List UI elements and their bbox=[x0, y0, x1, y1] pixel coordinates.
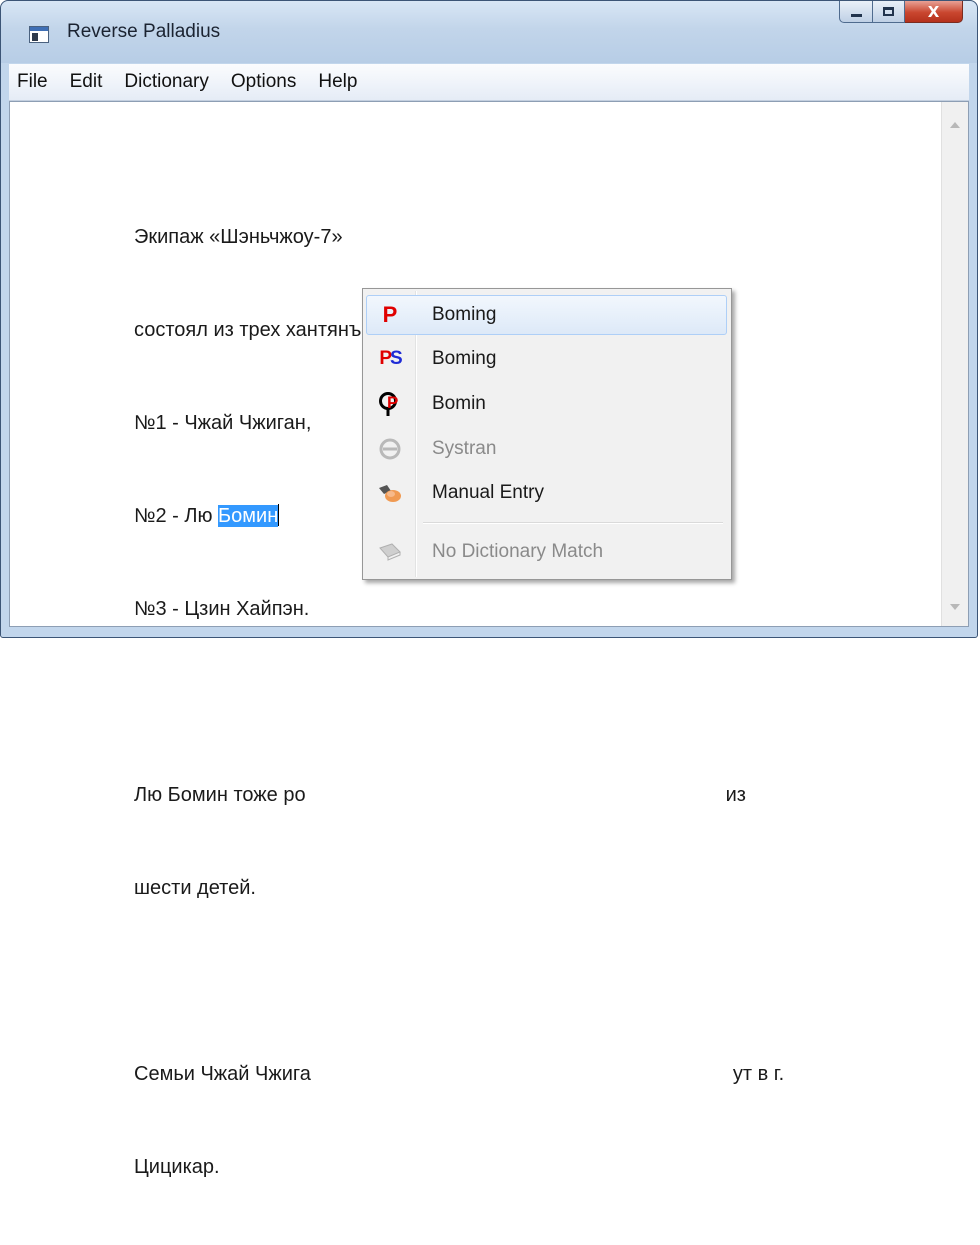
menu-option-boming-palladius[interactable]: P Boming bbox=[366, 295, 727, 335]
menu-option-bomin-pinyin[interactable]: P Bomin bbox=[366, 384, 727, 424]
menu-option-manual-entry[interactable]: Manual Entry bbox=[366, 473, 727, 513]
menu-options[interactable]: Options bbox=[223, 71, 310, 93]
close-icon: X bbox=[927, 2, 940, 21]
menu-option-no-dictionary-match: No Dictionary Match bbox=[366, 532, 727, 572]
menu-dictionary[interactable]: Dictionary bbox=[116, 71, 222, 93]
window-controls: X bbox=[839, 1, 963, 25]
palladius-p-icon: P bbox=[382, 302, 398, 327]
text-line: Семьи Чжай Чжига ут в г. bbox=[134, 1059, 784, 1090]
menu-separator bbox=[423, 522, 723, 524]
menu-option-systran: Systran bbox=[366, 429, 727, 469]
minimize-button[interactable] bbox=[839, 1, 873, 23]
title-bar[interactable]: Reverse Palladius X bbox=[1, 1, 977, 63]
text-line: Цицикар. bbox=[134, 1156, 220, 1178]
scroll-down-arrow-icon[interactable] bbox=[950, 604, 960, 610]
menu-option-label: Bomin bbox=[432, 393, 486, 414]
text-line: шести детей. bbox=[134, 877, 256, 899]
text-fragment: Семьи Чжай Чжига bbox=[134, 1063, 311, 1085]
text-line: №3 - Цзин Хайпэн. bbox=[134, 598, 310, 620]
scroll-up-arrow-icon[interactable] bbox=[950, 122, 960, 128]
hand-edit-icon bbox=[367, 482, 413, 504]
menu-option-boming-ps[interactable]: PS Boming bbox=[366, 339, 727, 379]
pinyin-p-icon: P bbox=[367, 391, 413, 417]
text-line: Экипаж «Шэньчжоу-7» bbox=[134, 226, 343, 248]
menu-option-label: Boming bbox=[432, 304, 497, 325]
palladius-ps-icon: PS bbox=[379, 348, 402, 369]
systran-icon bbox=[367, 438, 413, 460]
close-button[interactable]: X bbox=[905, 1, 963, 23]
menu-option-label: Systran bbox=[432, 438, 497, 459]
minimize-icon bbox=[850, 14, 862, 17]
menu-option-label: Boming bbox=[432, 348, 497, 369]
window-title: Reverse Palladius bbox=[67, 21, 221, 42]
maximize-icon bbox=[883, 7, 894, 16]
maximize-button[interactable] bbox=[873, 1, 905, 23]
text-line: Лю Бомин тоже ро из bbox=[134, 780, 784, 811]
menu-bar: File Edit Dictionary Options Help bbox=[9, 64, 969, 101]
menu-file[interactable]: File bbox=[9, 71, 62, 93]
app-icon[interactable] bbox=[29, 26, 49, 43]
text-caret bbox=[278, 504, 280, 526]
text-fragment: Лю Бомин тоже ро bbox=[134, 784, 306, 806]
selected-word[interactable]: Бомин bbox=[218, 505, 279, 527]
menu-option-label: No Dictionary Match bbox=[432, 541, 604, 562]
text-fragment: из bbox=[725, 784, 746, 806]
vertical-scrollbar[interactable] bbox=[941, 102, 968, 626]
transliteration-context-menu: P Boming PS Boming P Bomin Systran Manua… bbox=[362, 288, 732, 580]
text-fragment: №2 - Лю bbox=[134, 505, 219, 527]
book-icon bbox=[367, 542, 413, 562]
menu-option-label: Manual Entry bbox=[432, 482, 544, 503]
menu-help[interactable]: Help bbox=[310, 71, 371, 93]
menu-edit[interactable]: Edit bbox=[62, 71, 117, 93]
text-fragment: ут в г. bbox=[732, 1063, 785, 1085]
svg-text:P: P bbox=[387, 393, 398, 412]
